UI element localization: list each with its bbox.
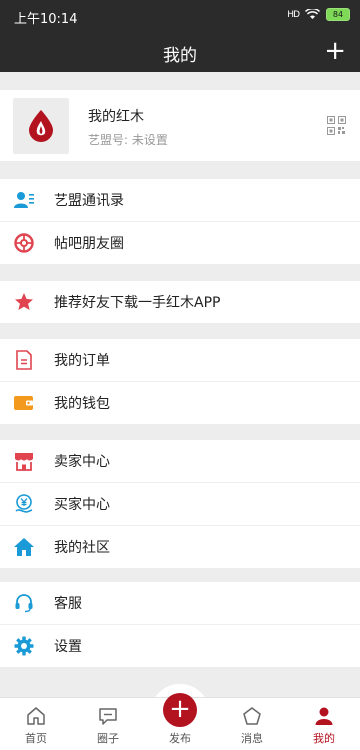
menu-item-buyer-center[interactable]: 买家中心	[0, 483, 360, 526]
menu-item-community[interactable]: 我的社区	[0, 526, 360, 568]
order-icon	[14, 350, 34, 370]
menu-group-orders: 我的订单 我的钱包	[0, 339, 360, 424]
menu-item-label: 客服	[54, 596, 82, 612]
menu-item-recommend[interactable]: 推荐好友下载一手红木APP	[0, 281, 360, 323]
tab-messages[interactable]: 消息	[216, 698, 288, 750]
wifi-icon	[305, 9, 320, 19]
tab-label: 圈子	[97, 732, 119, 745]
battery-icon: 84	[326, 8, 350, 21]
menu-group-centers: 卖家中心 买家中心 我的社区	[0, 440, 360, 568]
menu-item-label: 设置	[54, 639, 82, 655]
buyer-icon	[14, 494, 34, 514]
tab-label: 发布	[169, 732, 191, 745]
tab-label: 首页	[25, 732, 47, 745]
signal-icon: HD	[287, 9, 300, 20]
contacts-icon	[14, 190, 34, 210]
menu-item-settings[interactable]: 设置	[0, 625, 360, 667]
moments-icon	[14, 233, 34, 253]
menu-item-contacts[interactable]: 艺盟通讯录	[0, 179, 360, 222]
menu-group-social: 艺盟通讯录 帖吧朋友圈	[0, 179, 360, 264]
menu-item-label: 帖吧朋友圈	[54, 236, 124, 252]
menu-item-orders[interactable]: 我的订单	[0, 339, 360, 382]
status-bar: 上午10:14 HD 84	[0, 0, 360, 32]
menu-group-support: 客服 设置	[0, 582, 360, 667]
gear-icon	[14, 636, 34, 656]
menu-item-customer-service[interactable]: 客服	[0, 582, 360, 625]
status-time: 上午10:14	[14, 12, 78, 27]
person-icon	[315, 707, 333, 725]
menu-item-moments[interactable]: 帖吧朋友圈	[0, 222, 360, 264]
menu-item-seller-center[interactable]: 卖家中心	[0, 440, 360, 483]
home-outline-icon	[27, 707, 45, 725]
headset-icon	[14, 593, 34, 613]
tab-circle[interactable]: 圈子	[72, 698, 144, 750]
chat-icon	[99, 708, 117, 725]
store-icon	[14, 451, 34, 471]
wallet-icon	[14, 393, 34, 413]
avatar[interactable]	[13, 98, 69, 154]
add-button[interactable]: +	[324, 36, 346, 66]
menu-item-label: 艺盟通讯录	[54, 193, 124, 209]
menu-item-label: 我的订单	[54, 353, 110, 369]
menu-item-label: 我的社区	[54, 540, 110, 556]
tab-home[interactable]: 首页	[0, 698, 72, 750]
menu-item-label: 推荐好友下载一手红木APP	[54, 295, 221, 311]
profile-card[interactable]: 我的红木 艺盟号: 未设置	[0, 90, 360, 161]
menu-item-wallet[interactable]: 我的钱包	[0, 382, 360, 424]
tab-mine[interactable]: 我的	[288, 698, 360, 750]
menu-item-label: 卖家中心	[54, 454, 110, 470]
home-icon	[14, 537, 34, 557]
profile-id: 艺盟号: 未设置	[88, 133, 168, 147]
qr-code-icon[interactable]	[327, 116, 346, 135]
system-icons: HD 84	[287, 8, 350, 21]
logo-drop-icon	[29, 110, 53, 142]
menu-group-recommend: 推荐好友下载一手红木APP	[0, 281, 360, 323]
profile-name: 我的红木	[88, 109, 144, 125]
page-title: 我的	[163, 46, 197, 66]
menu-item-label: 买家中心	[54, 497, 110, 513]
tab-label: 我的	[313, 732, 335, 745]
publish-plus-icon[interactable]: +	[163, 693, 197, 727]
star-icon	[14, 292, 34, 312]
message-icon	[243, 707, 261, 725]
tab-label: 消息	[241, 732, 263, 745]
menu-item-label: 我的钱包	[54, 396, 110, 412]
title-bar: 我的 +	[0, 32, 360, 72]
